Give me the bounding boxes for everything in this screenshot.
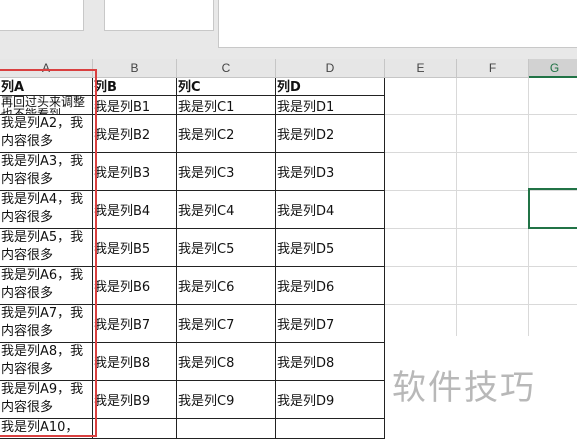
cell-a8[interactable]: 我是列A8，我内容很多: [0, 343, 93, 381]
column-header-e[interactable]: E: [385, 59, 457, 78]
gridline: [385, 266, 577, 267]
cell-d5[interactable]: 我是列D5: [276, 229, 385, 267]
cell-header-a[interactable]: 列A: [0, 78, 93, 96]
cell-a5[interactable]: 我是列A5，我内容很多: [0, 229, 93, 267]
cell-a6[interactable]: 我是列A6，我内容很多: [0, 267, 93, 305]
cell-a9[interactable]: 我是列A9，我内容很多: [0, 381, 93, 419]
cell-c6[interactable]: 我是列C6: [177, 267, 276, 305]
cell-d4[interactable]: 我是列D4: [276, 191, 385, 229]
cell-c9[interactable]: 我是列C9: [177, 381, 276, 419]
cell-b6[interactable]: 我是列B6: [93, 267, 177, 305]
cell-a10[interactable]: 我是列A10，: [0, 419, 93, 439]
cell-d8[interactable]: 我是列D8: [276, 343, 385, 381]
cell-header-c[interactable]: 列C: [177, 78, 276, 96]
cell-c1[interactable]: 我是列C1: [177, 96, 276, 115]
column-header-c[interactable]: C: [177, 59, 276, 78]
formula-box[interactable]: [104, 0, 214, 31]
column-header-a[interactable]: A: [0, 59, 93, 78]
cell-d2[interactable]: 我是列D2: [276, 115, 385, 153]
cell-a4[interactable]: 我是列A4，我内容很多: [0, 191, 93, 229]
cell-d7[interactable]: 我是列D7: [276, 305, 385, 343]
column-header-d[interactable]: D: [276, 59, 385, 78]
cell-a7[interactable]: 我是列A7，我内容很多: [0, 305, 93, 343]
cell-header-d[interactable]: 列D: [276, 78, 385, 96]
cell-c7[interactable]: 我是列C7: [177, 305, 276, 343]
column-header-b[interactable]: B: [93, 59, 177, 78]
cell-d1[interactable]: 我是列D1: [276, 96, 385, 115]
cell-d6[interactable]: 我是列D6: [276, 267, 385, 305]
formula-bar[interactable]: [218, 0, 577, 48]
column-header-bar: A B C D E F G: [0, 59, 577, 78]
cell-c8[interactable]: 我是列C8: [177, 343, 276, 381]
cell-b3[interactable]: 我是列B3: [93, 153, 177, 191]
gridline: [385, 152, 577, 153]
cell-c3[interactable]: 我是列C3: [177, 153, 276, 191]
cell-d3[interactable]: 我是列D3: [276, 153, 385, 191]
cell-d9[interactable]: 我是列D9: [276, 381, 385, 419]
cell-c5[interactable]: 我是列C5: [177, 229, 276, 267]
cell-c2[interactable]: 我是列C2: [177, 115, 276, 153]
cell-a3[interactable]: 我是列A3，我内容很多: [0, 153, 93, 191]
cell-d10[interactable]: [276, 419, 385, 439]
gridline: [385, 114, 577, 115]
column-header-f[interactable]: F: [457, 59, 529, 78]
cell-b4[interactable]: 我是列B4: [93, 191, 177, 229]
cell-a1[interactable]: 再回过头来调整也不能看到: [0, 96, 93, 115]
sheet-grid: 列A 列B 列C 列D 再回过头来调整也不能看到 我是列B1 我是列C1 我是列…: [0, 78, 577, 439]
column-header-g[interactable]: G: [529, 59, 577, 78]
cell-c4[interactable]: 我是列C4: [177, 191, 276, 229]
cell-c10[interactable]: [177, 419, 276, 439]
cell-a2[interactable]: 我是列A2，我内容很多: [0, 115, 93, 153]
ribbon-area: [0, 0, 577, 59]
cell-b1[interactable]: 我是列B1: [93, 96, 177, 115]
cell-b10[interactable]: [93, 419, 177, 439]
cell-b5[interactable]: 我是列B5: [93, 229, 177, 267]
name-box[interactable]: [0, 0, 84, 31]
cell-b9[interactable]: 我是列B9: [93, 381, 177, 419]
cell-header-b[interactable]: 列B: [93, 78, 177, 96]
gridline: [456, 78, 457, 336]
gridline: [385, 304, 577, 305]
cell-b8[interactable]: 我是列B8: [93, 343, 177, 381]
cell-b2[interactable]: 我是列B2: [93, 115, 177, 153]
cell-b7[interactable]: 我是列B7: [93, 305, 177, 343]
watermark-text: 软件技巧: [392, 368, 536, 408]
active-cell-selection[interactable]: [528, 188, 577, 229]
